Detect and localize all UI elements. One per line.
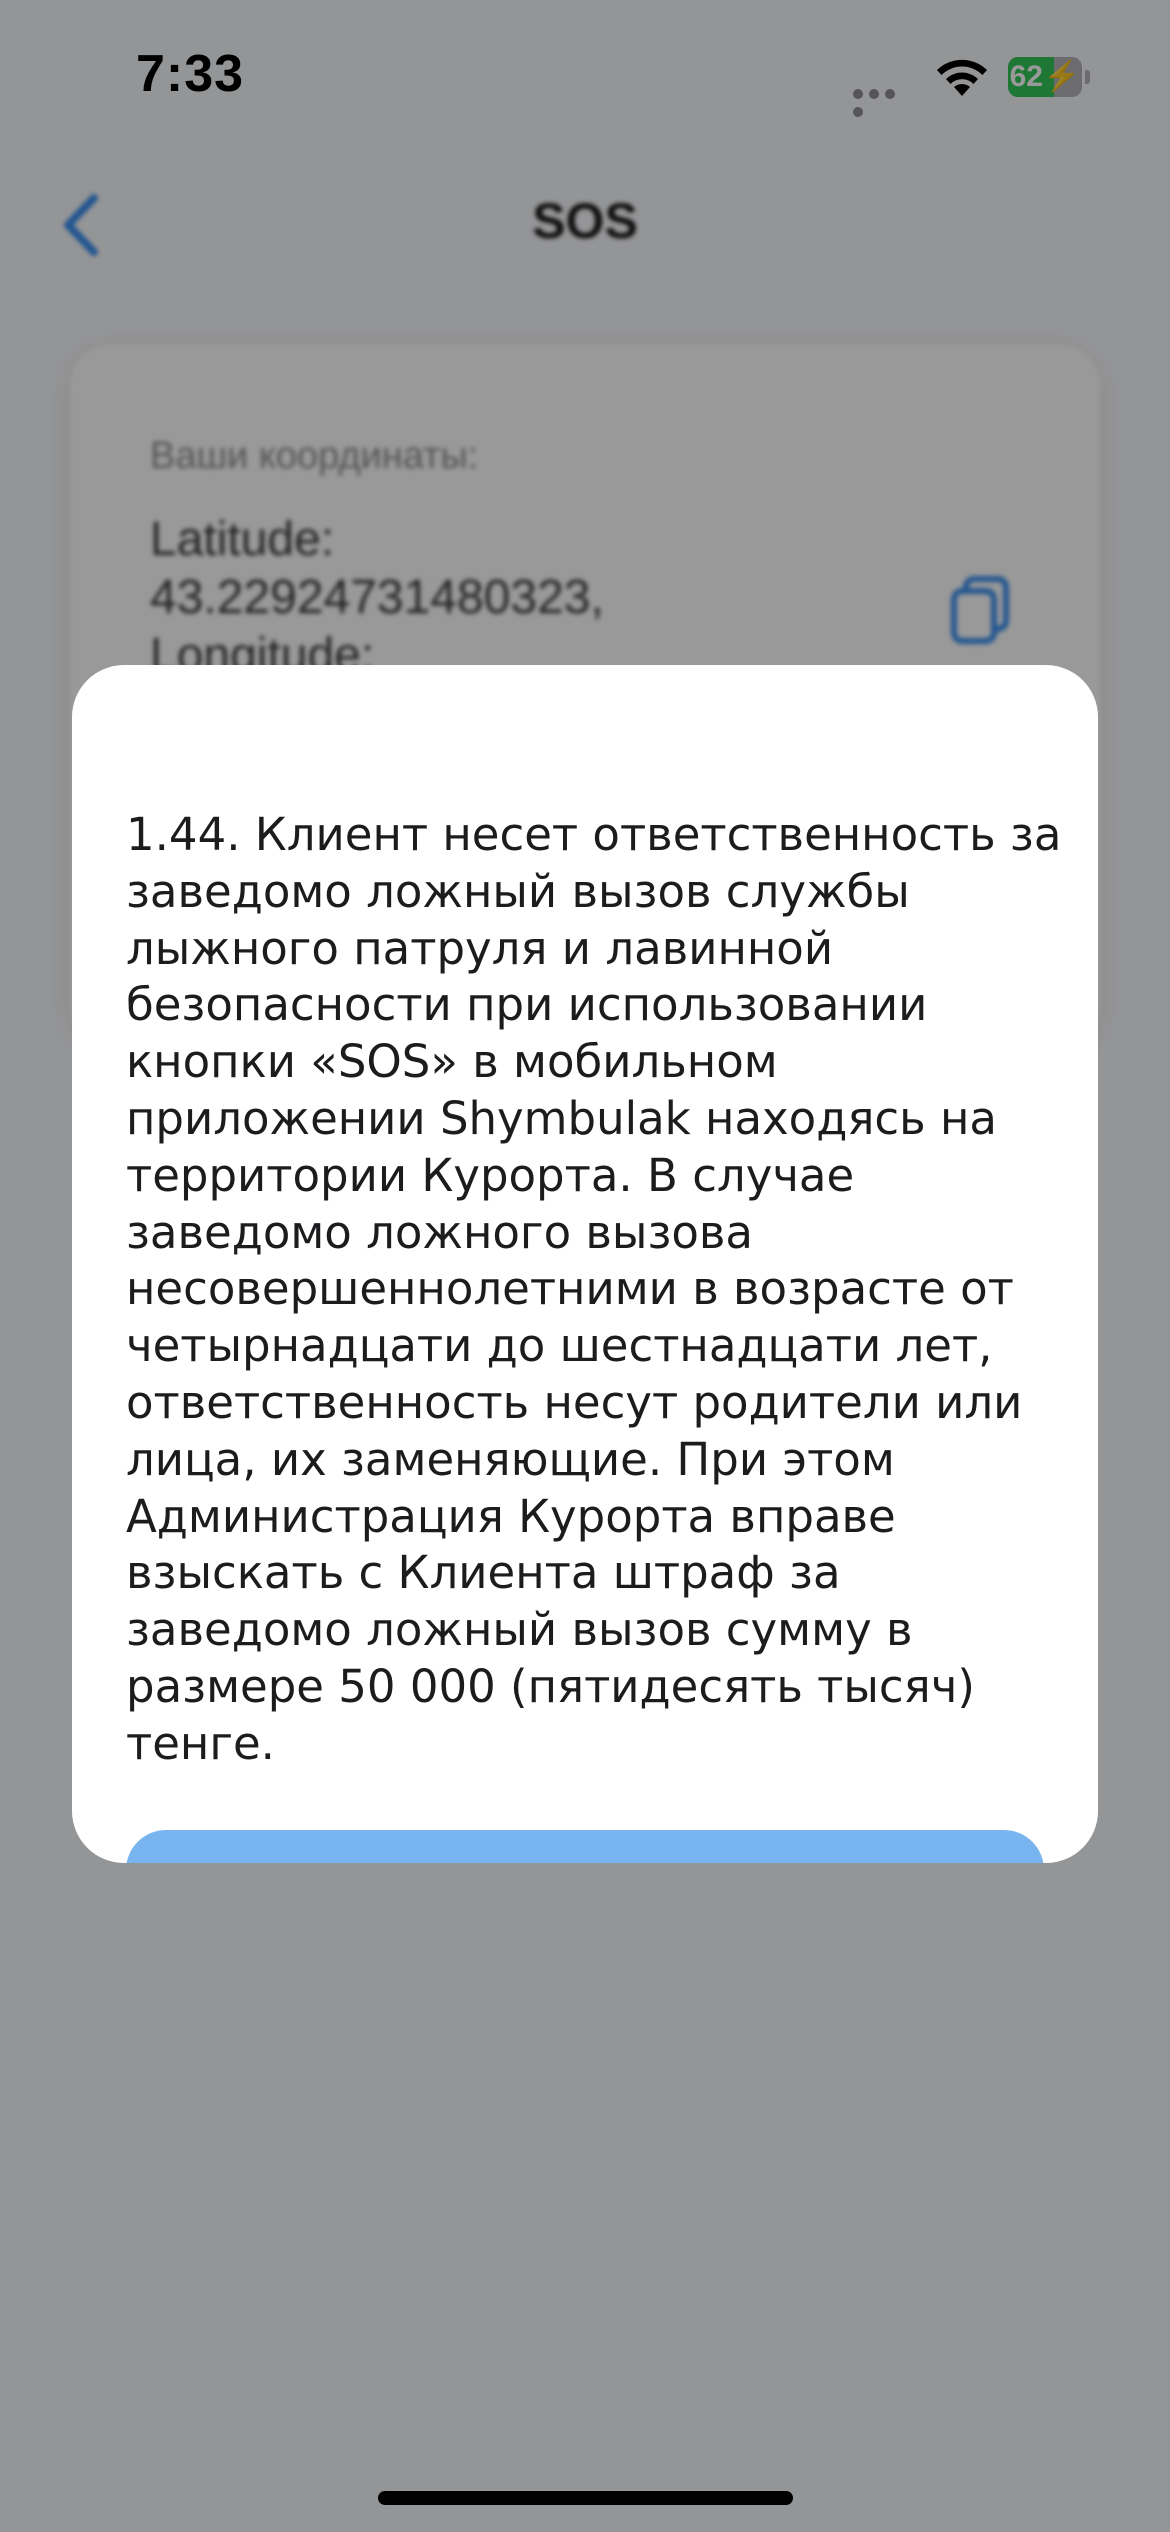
confirm-button[interactable] xyxy=(126,1830,1044,1863)
terms-modal: 1.44. Клиент несет ответственность за за… xyxy=(72,665,1098,1863)
sos-screen: 7:33 62⚡ SOS Ваши координаты: Latitude: … xyxy=(0,0,1170,2532)
terms-text: 1.44. Клиент несет ответственность за за… xyxy=(126,808,1062,1770)
home-indicator[interactable] xyxy=(378,2491,793,2505)
